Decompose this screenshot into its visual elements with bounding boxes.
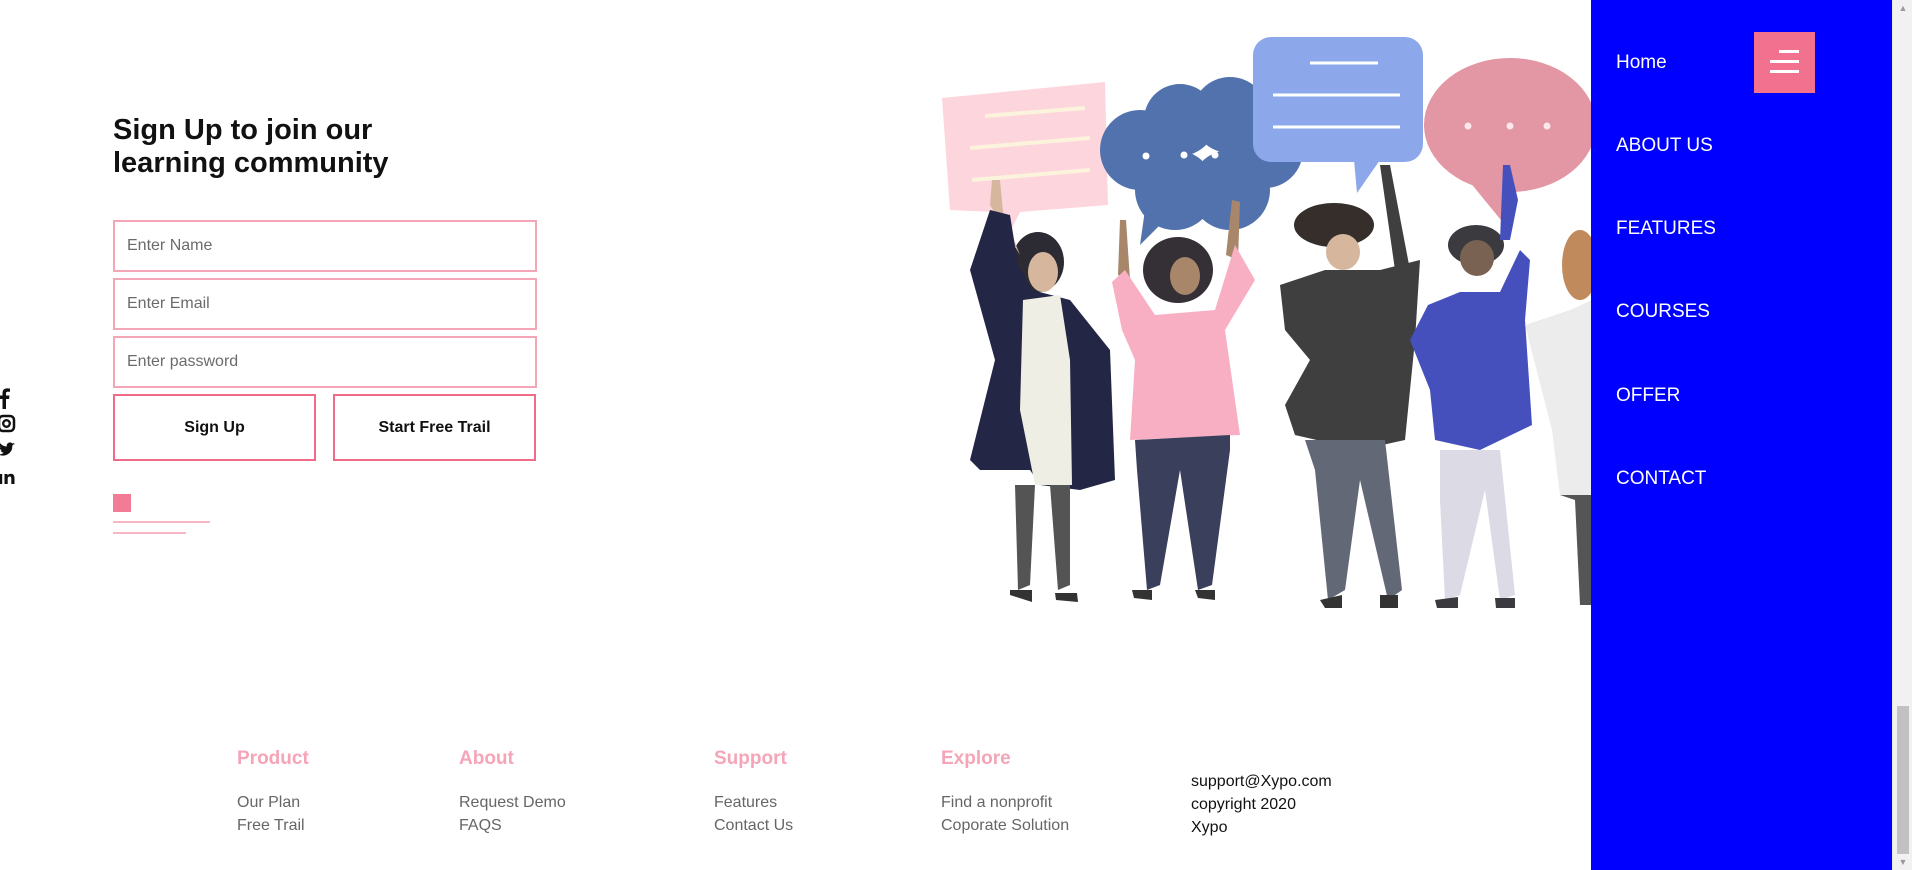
accent-line (113, 521, 210, 523)
footer-link-free-trail[interactable]: Free Trail (237, 814, 309, 837)
linkedin-icon[interactable] (0, 464, 16, 488)
footer-link-coporate-solution[interactable]: Coporate Solution (941, 814, 1069, 837)
footer-column-about: About Request Demo FAQS (459, 748, 566, 837)
nav-item-home[interactable]: Home (1616, 52, 1667, 74)
footer-heading: Support (714, 748, 787, 769)
side-navigation: Home ABOUT US FEATURES COURSES OFFER CON… (1591, 0, 1892, 870)
social-links (0, 386, 16, 488)
free-trial-button[interactable]: Start Free Trail (333, 394, 536, 461)
signup-section: Sign Up to join our learning community S… (113, 114, 543, 461)
footer-link-request-demo[interactable]: Request Demo (459, 791, 566, 814)
email-input[interactable] (113, 278, 537, 330)
signup-actions: Sign Up Start Free Trail (113, 394, 543, 461)
footer-link-contact-us[interactable]: Contact Us (714, 814, 793, 837)
twitter-icon[interactable] (0, 438, 16, 462)
page-scrollbar[interactable]: ▲ ▼ (1892, 0, 1912, 870)
brand-name: Xypo (1191, 819, 1228, 836)
scroll-up-icon[interactable]: ▲ (1893, 0, 1912, 16)
copyright-text: copyright 2020 (1191, 796, 1296, 813)
name-input[interactable] (113, 220, 537, 272)
footer-contact: support@Xypo.com copyright 2020 Xypo (1191, 770, 1332, 839)
nav-item-offer[interactable]: OFFER (1616, 385, 1680, 407)
footer-heading: Explore (941, 748, 1011, 769)
footer-column-support: Support Features Contact Us (714, 748, 793, 837)
footer-link-features[interactable]: Features (714, 791, 793, 814)
footer-heading: Product (237, 748, 309, 769)
signup-heading: Sign Up to join our learning community (113, 114, 389, 179)
decorative-accent (113, 494, 210, 534)
nav-item-contact[interactable]: CONTACT (1616, 468, 1706, 490)
nav-item-about-us[interactable]: ABOUT US (1616, 135, 1713, 157)
footer-column-product: Product Our Plan Free Trail (237, 748, 309, 837)
community-illustration (940, 30, 1592, 620)
footer-column-explore: Explore Find a nonprofit Coporate Soluti… (941, 748, 1069, 837)
password-input[interactable] (113, 336, 537, 388)
footer-link-find-nonprofit[interactable]: Find a nonprofit (941, 791, 1069, 814)
accent-line (113, 532, 186, 534)
footer-heading: About (459, 748, 514, 769)
instagram-icon[interactable] (0, 412, 16, 436)
support-email: support@Xypo.com (1191, 773, 1332, 790)
footer-link-our-plan[interactable]: Our Plan (237, 791, 309, 814)
nav-item-courses[interactable]: COURSES (1616, 301, 1710, 323)
hamburger-menu-icon[interactable] (1754, 32, 1815, 93)
nav-item-features[interactable]: FEATURES (1616, 218, 1716, 240)
footer-link-faqs[interactable]: FAQS (459, 814, 566, 837)
signup-button[interactable]: Sign Up (113, 394, 316, 461)
facebook-icon[interactable] (0, 386, 16, 410)
scrollbar-thumb[interactable] (1897, 706, 1909, 854)
scroll-down-icon[interactable]: ▼ (1893, 854, 1912, 870)
accent-square (113, 494, 131, 512)
